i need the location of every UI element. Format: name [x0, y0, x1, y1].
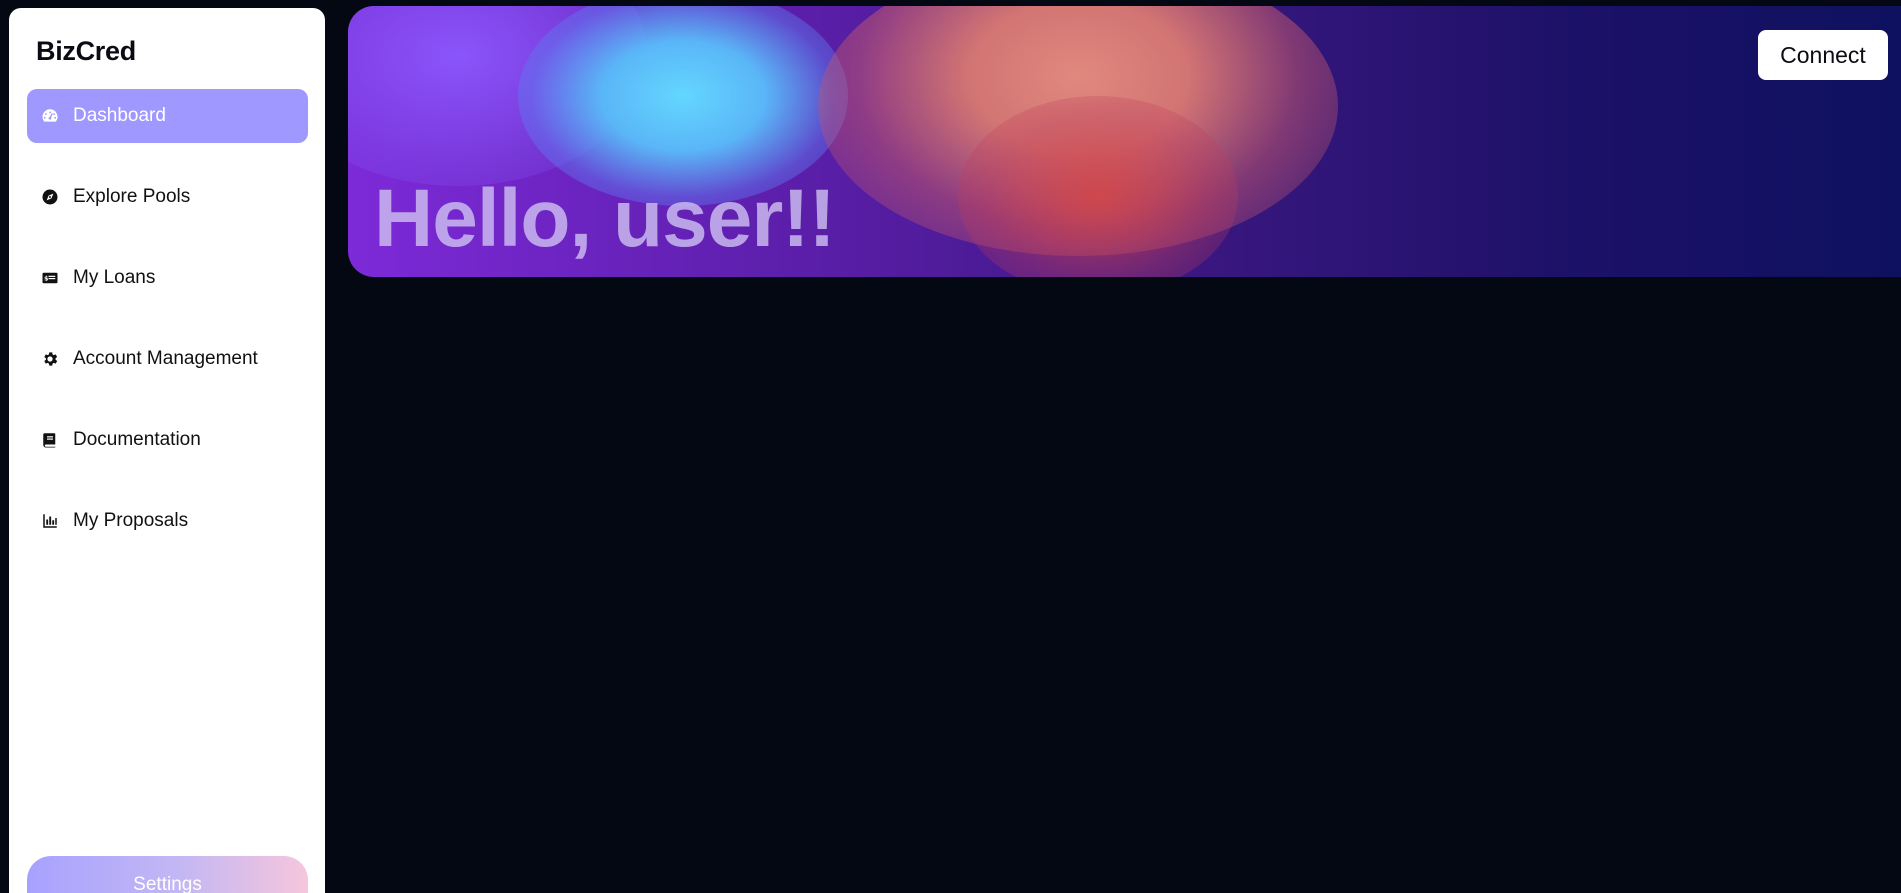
sidebar-item-label: Explore Pools	[73, 186, 191, 207]
connect-wallet-button[interactable]: Connect	[1758, 30, 1888, 80]
svg-text:$: $	[44, 275, 48, 282]
app-root: BizCred Dashboard Explore Pools $ My Loa…	[0, 0, 1901, 893]
sidebar-item-dashboard[interactable]: Dashboard	[27, 89, 308, 143]
sidebar-item-label: My Proposals	[73, 510, 189, 531]
sidebar-item-label: My Loans	[73, 267, 156, 288]
sidebar-item-explore-pools[interactable]: Explore Pools	[27, 170, 308, 224]
money-card-icon: $	[41, 269, 59, 287]
sidebar-item-label: Documentation	[73, 429, 201, 450]
brand-logo[interactable]: BizCred	[36, 36, 136, 67]
bar-chart-icon	[41, 512, 59, 530]
gear-icon	[41, 350, 59, 368]
sidebar-item-my-loans[interactable]: $ My Loans	[27, 251, 308, 305]
sidebar-item-documentation[interactable]: Documentation	[27, 413, 308, 467]
sidebar: BizCred Dashboard Explore Pools $ My Loa…	[9, 8, 325, 893]
settings-button[interactable]: Settings	[27, 856, 308, 893]
sidebar-item-label: Dashboard	[73, 105, 166, 126]
speedometer-icon	[41, 107, 59, 125]
sidebar-item-account-management[interactable]: Account Management	[27, 332, 308, 386]
sidebar-item-my-proposals[interactable]: My Proposals	[27, 494, 308, 548]
book-icon	[41, 431, 59, 449]
sidebar-nav: Dashboard Explore Pools $ My Loans Accou…	[27, 89, 308, 575]
welcome-banner: Hello, user!!	[348, 6, 1901, 277]
greeting-heading: Hello, user!!	[374, 173, 836, 264]
sidebar-item-label: Account Management	[73, 348, 258, 369]
compass-icon	[41, 188, 59, 206]
